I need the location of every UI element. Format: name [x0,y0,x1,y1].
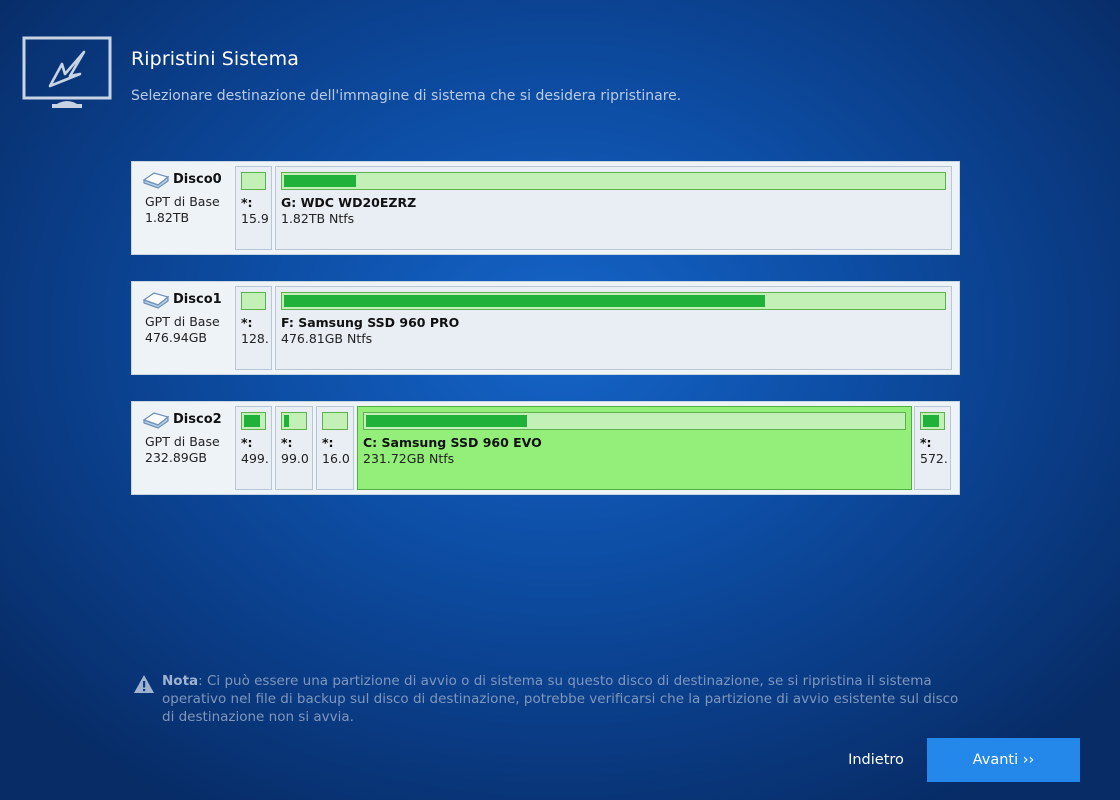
disk-type: GPT di Base [145,314,220,329]
partition-label: C: Samsung SSD 960 EVO [363,435,542,450]
partition-label: *: [241,195,253,210]
disk-size: 1.82TB [145,210,190,225]
partition-block[interactable]: *: 99.0 [275,406,313,490]
partition-size: 572. [920,451,948,466]
disk-row-disco1[interactable]: Disco1 GPT di Base 476.94GB *: 128. F: S… [131,281,960,375]
monitor-restore-icon [22,36,112,108]
usage-bar [363,412,906,430]
partition-block[interactable]: G: WDC WD20EZRZ 1.82TB Ntfs [275,166,952,250]
back-button[interactable]: Indietro [828,740,924,780]
usage-bar [920,412,945,430]
usage-fill [284,295,766,307]
disk-type: GPT di Base [145,194,220,209]
usage-bar [281,292,946,310]
next-button[interactable]: Avanti ›› [927,738,1080,782]
disk-size: 476.94GB [145,330,207,345]
partition-block[interactable]: *: 15.9 [235,166,272,250]
disk-name: Disco1 [173,292,222,307]
partition-block[interactable]: F: Samsung SSD 960 PRO 476.81GB Ntfs [275,286,952,370]
usage-bar [322,412,348,430]
usage-fill [284,175,357,187]
disk-icon [142,172,170,189]
disk-info: Disco0 GPT di Base 1.82TB [132,162,232,254]
partition-label: *: [241,315,253,330]
partition-block[interactable]: *: 16.0 [316,406,354,490]
usage-bar [281,412,307,430]
usage-bar [241,292,266,310]
partition-size: 16.0 [322,451,350,466]
disk-row-disco2[interactable]: Disco2 GPT di Base 232.89GB *: 499. *: 9… [131,401,960,495]
page-subtitle: Selezionare destinazione dell'immagine d… [131,88,682,104]
partition-size: 476.81GB Ntfs [281,331,373,346]
page-title: Ripristini Sistema [131,48,299,70]
usage-fill [923,415,940,427]
partition-label: *: [281,435,293,450]
partition-block[interactable]: *: 572. [914,406,951,490]
partition-label: *: [920,435,932,450]
partition-block[interactable]: *: 499. [235,406,272,490]
note-body: : Ci può essere una partizione di avvio … [162,673,959,725]
partition-label: *: [322,435,334,450]
usage-bar [241,412,266,430]
disk-icon [142,412,170,429]
disk-info: Disco2 GPT di Base 232.89GB [132,402,232,494]
note-label: Nota [162,673,199,689]
disk-size: 232.89GB [145,450,207,465]
partition-block-selected[interactable]: C: Samsung SSD 960 EVO 231.72GB Ntfs [357,406,912,490]
partition-label: *: [241,435,253,450]
note-text: Nota: Ci può essere una partizione di av… [162,672,972,726]
partition-label: G: WDC WD20EZRZ [281,195,417,210]
disk-info: Disco1 GPT di Base 476.94GB [132,282,232,374]
disk-name: Disco0 [173,172,222,187]
partition-size: 15.9 [241,211,269,226]
usage-fill [366,415,528,427]
disk-name: Disco2 [173,412,222,427]
disk-icon [142,292,170,309]
partition-size: 499. [241,451,269,466]
usage-bar [281,172,946,190]
usage-fill [244,415,261,427]
disk-row-disco0[interactable]: Disco0 GPT di Base 1.82TB *: 15.9 G: WDC… [131,161,960,255]
partition-size: 231.72GB Ntfs [363,451,455,466]
partition-size: 128. [241,331,269,346]
partition-block[interactable]: *: 128. [235,286,272,370]
warning-icon [134,675,154,693]
partition-size: 99.0 [281,451,309,466]
partition-label: F: Samsung SSD 960 PRO [281,315,460,330]
usage-fill [284,415,289,427]
usage-bar [241,172,266,190]
partition-size: 1.82TB Ntfs [281,211,355,226]
disk-type: GPT di Base [145,434,220,449]
